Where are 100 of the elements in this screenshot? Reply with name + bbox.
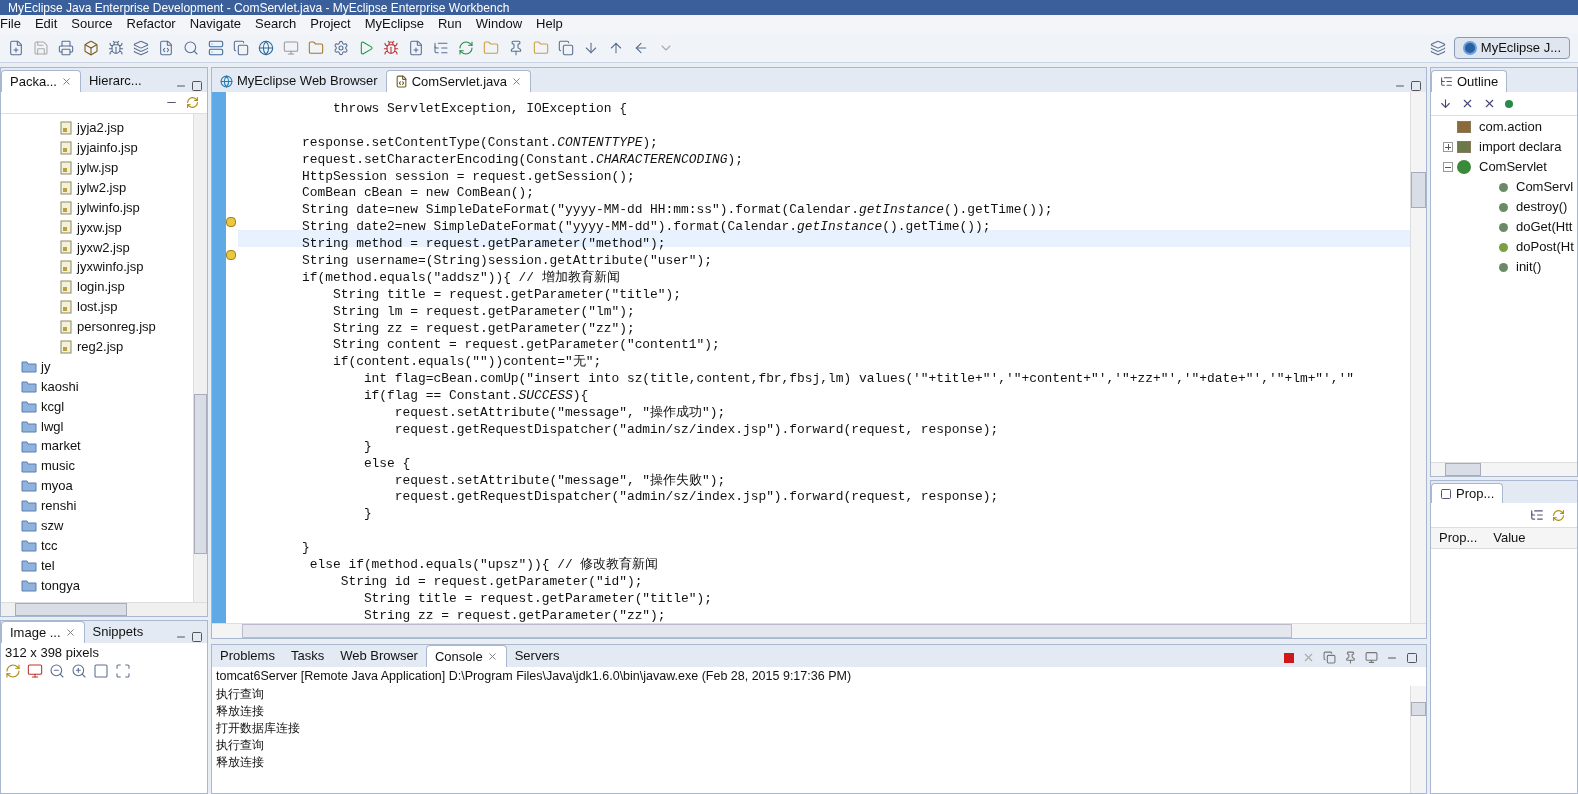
folder-entry[interactable]: szw	[1, 515, 193, 536]
outline-item[interactable]: import declara	[1431, 137, 1577, 157]
menu-item[interactable]: Project	[303, 14, 358, 34]
bug-icon[interactable]	[383, 39, 399, 56]
sort-icon[interactable]	[1439, 97, 1452, 110]
jsp-entry[interactable]: reg2.jsp	[1, 336, 193, 357]
jsp-entry[interactable]: jyxw.jsp	[1, 217, 193, 238]
folder-icon[interactable]	[533, 39, 549, 56]
horizontal-scrollbar[interactable]	[1431, 462, 1577, 476]
save-icon[interactable]	[33, 39, 49, 56]
outline-item[interactable]: ComServlet	[1431, 157, 1577, 177]
pages-icon[interactable]	[1323, 651, 1336, 664]
view-tab[interactable]: Console	[425, 645, 507, 667]
pin-icon[interactable]	[508, 39, 524, 56]
menu-item[interactable]: Window	[468, 14, 530, 34]
maximize-icon[interactable]	[191, 631, 203, 643]
outline-item[interactable]: init()	[1431, 257, 1577, 277]
close-icon[interactable]	[486, 651, 498, 662]
search-icon[interactable]	[183, 39, 199, 56]
view-tab[interactable]: Problems	[212, 645, 283, 667]
folder-icon[interactable]	[308, 39, 324, 56]
outline-item[interactable]: destroy()	[1431, 197, 1577, 217]
perspective-button[interactable]: MyEclipse J...	[1453, 36, 1570, 59]
close-icon[interactable]	[511, 76, 522, 87]
jsp-entry[interactable]: lost.jsp	[1, 297, 193, 317]
menu-item[interactable]: MyEclipse	[357, 14, 431, 34]
view-tab[interactable]: MyEclipse Web Browser	[212, 70, 386, 92]
jsp-entry[interactable]: jyja2.jsp	[1, 118, 193, 138]
view-tab[interactable]: ComServlet.java	[385, 70, 531, 92]
view-tab[interactable]: Web Browser	[332, 645, 426, 667]
fit-icon[interactable]	[115, 663, 131, 679]
code-file-icon[interactable]	[158, 39, 174, 56]
maximize-icon[interactable]	[1410, 80, 1422, 92]
new-file-icon[interactable]	[8, 39, 24, 56]
outline-item[interactable]: doGet(Htt	[1431, 217, 1577, 237]
bug-icon[interactable]	[108, 39, 124, 56]
column-header[interactable]: Value	[1485, 528, 1534, 548]
scrollbar[interactable]	[1410, 92, 1426, 623]
remove-icon[interactable]	[1302, 651, 1315, 664]
column-header[interactable]: Prop...	[1431, 528, 1486, 548]
outline-item[interactable]: com.action	[1431, 117, 1577, 137]
menu-item[interactable]: Run	[430, 14, 469, 34]
horizontal-scrollbar[interactable]	[212, 623, 1426, 638]
jsp-entry[interactable]: jyxwinfo.jsp	[1, 257, 193, 278]
jsp-entry[interactable]: jylw.jsp	[1, 157, 193, 178]
view-tab[interactable]: Hierarc...	[80, 70, 150, 92]
categories-icon[interactable]	[1530, 508, 1544, 522]
layers-icon[interactable]	[133, 39, 149, 56]
maximize-icon[interactable]	[1406, 651, 1418, 664]
view-tab[interactable]: Servers	[506, 645, 568, 667]
folder-icon[interactable]	[483, 39, 499, 56]
jsp-entry[interactable]: jyxw2.jsp	[1, 237, 193, 258]
folder-entry[interactable]: tel	[1, 555, 193, 576]
menu-item[interactable]: Search	[248, 14, 304, 34]
menu-item[interactable]: Edit	[27, 14, 65, 34]
folder-entry[interactable]: market	[1, 436, 193, 457]
printer-icon[interactable]	[58, 39, 74, 56]
view-tab[interactable]: Outline	[1431, 70, 1508, 92]
folder-entry[interactable]: kcgl	[1, 396, 193, 417]
horizontal-scrollbar[interactable]	[1, 602, 207, 616]
jsp-entry[interactable]: login.jsp	[1, 277, 193, 297]
folder-entry[interactable]: music	[1, 456, 193, 477]
view-tab[interactable]: Image ...	[1, 621, 85, 643]
scrollbar[interactable]	[1410, 686, 1426, 793]
pages-icon[interactable]	[558, 39, 574, 56]
folder-entry[interactable]: kaoshi	[1, 376, 193, 397]
folder-entry[interactable]: myoa	[1, 476, 193, 496]
view-tab[interactable]: Packa...	[1, 70, 81, 92]
folder-entry[interactable]: tongya	[1, 575, 193, 596]
jsp-entry[interactable]: jylw2.jsp	[1, 177, 193, 198]
menu-item[interactable]: Help	[529, 14, 570, 34]
outline-item[interactable]: ComServl	[1431, 177, 1577, 197]
jsp-entry[interactable]: personreg.jsp	[1, 316, 193, 337]
menu-item[interactable]: File	[0, 14, 28, 34]
gear-icon[interactable]	[333, 39, 349, 56]
expand-toggle-icon[interactable]	[1443, 142, 1453, 152]
refresh-icon[interactable]	[458, 39, 474, 56]
menu-item[interactable]: Navigate	[182, 14, 248, 34]
globe-icon[interactable]	[258, 39, 274, 56]
folder-entry[interactable]: renshi	[1, 495, 193, 516]
run-icon[interactable]	[358, 39, 374, 56]
folder-entry[interactable]: tcc	[1, 535, 193, 556]
folder-entry[interactable]: lwgl	[1, 416, 193, 437]
display-icon[interactable]	[1365, 651, 1378, 664]
sync-icon[interactable]	[5, 663, 21, 679]
stop-icon[interactable]	[1284, 652, 1294, 663]
jsp-entry[interactable]: jyjainfo.jsp	[1, 137, 193, 158]
outline-item[interactable]: doPost(Ht	[1431, 237, 1577, 257]
view-tab[interactable]: Tasks	[282, 645, 333, 667]
pages-icon[interactable]	[233, 39, 249, 56]
pin-icon[interactable]	[1344, 651, 1357, 664]
menu-item[interactable]: Source	[64, 14, 120, 34]
maximize-icon[interactable]	[191, 80, 203, 92]
view-tab[interactable]: Snippets	[84, 621, 152, 643]
new-file-icon[interactable]	[408, 39, 424, 56]
zoom-out-icon[interactable]	[49, 663, 65, 679]
scrollbar[interactable]	[193, 114, 207, 602]
monitor-icon[interactable]	[283, 39, 299, 56]
server-icon[interactable]	[208, 39, 224, 56]
close-icon[interactable]	[64, 627, 76, 638]
